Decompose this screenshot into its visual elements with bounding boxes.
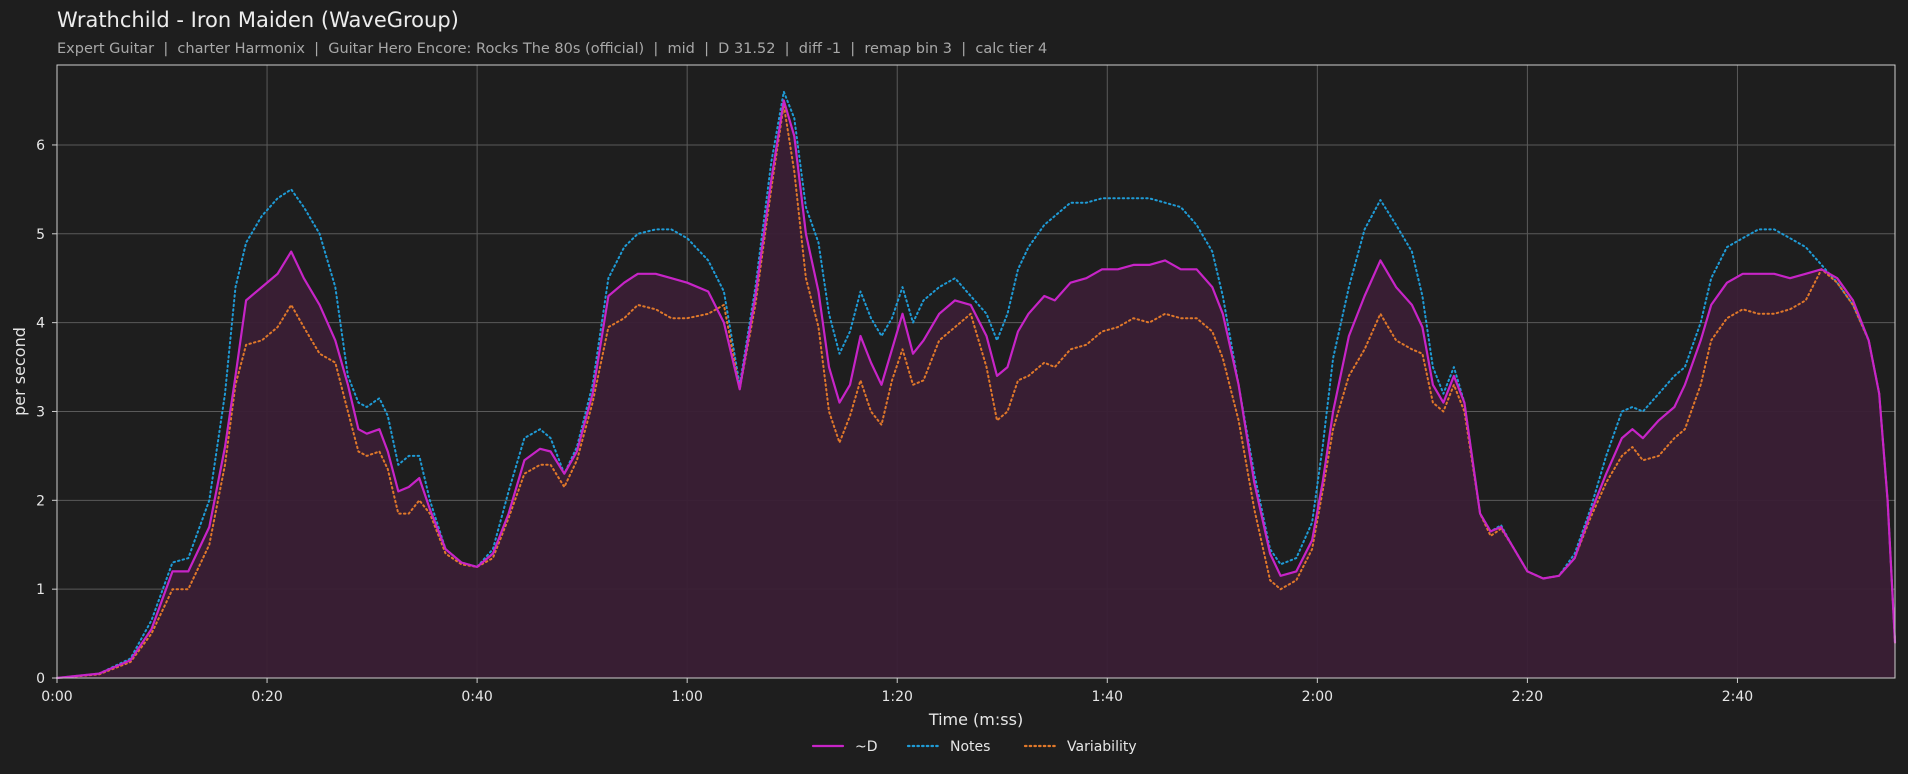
area-fills bbox=[57, 100, 1895, 678]
legend-label: Variability bbox=[1067, 739, 1137, 755]
y-axis-label: per second bbox=[10, 327, 29, 416]
x-tick-label: 0:00 bbox=[41, 689, 72, 705]
y-tick-label: 0 bbox=[36, 671, 45, 687]
legend-label: Notes bbox=[950, 739, 990, 755]
x-axis: 0:00 0:20 0:40 1:00 1:20 1:40 2:00 2:20 2:40 bbox=[41, 678, 1753, 705]
y-tick-label: 4 bbox=[36, 316, 45, 332]
x-axis-label: Time (m:ss) bbox=[928, 710, 1023, 729]
y-tick-label: 3 bbox=[36, 404, 45, 420]
legend: ~D Notes Variability bbox=[811, 739, 1137, 755]
legend-label: ~D bbox=[855, 739, 878, 755]
x-tick-label: 1:40 bbox=[1092, 689, 1123, 705]
x-tick-label: 2:40 bbox=[1722, 689, 1753, 705]
y-tick-label: 1 bbox=[36, 582, 45, 598]
x-tick-label: 2:20 bbox=[1512, 689, 1543, 705]
x-tick-label: 1:00 bbox=[671, 689, 702, 705]
y-tick-label: 5 bbox=[36, 227, 45, 243]
y-tick-label: 6 bbox=[36, 138, 45, 154]
x-tick-label: 2:00 bbox=[1302, 689, 1333, 705]
x-tick-label: 0:20 bbox=[251, 689, 282, 705]
y-tick-label: 2 bbox=[36, 493, 45, 509]
x-tick-label: 1:20 bbox=[882, 689, 913, 705]
chart-canvas: 0:00 0:20 0:40 1:00 1:20 1:40 2:00 2:20 2:40 0 1 2… bbox=[10, 64, 1897, 755]
y-axis: 0 1 2 3 4 5 6 bbox=[36, 138, 57, 687]
area-fill-d bbox=[57, 100, 1895, 678]
x-tick-label: 0:40 bbox=[461, 689, 492, 705]
